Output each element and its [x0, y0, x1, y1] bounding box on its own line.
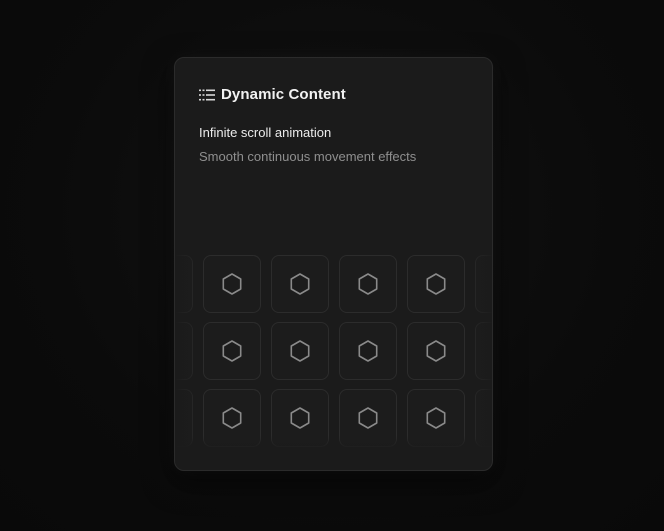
hexagon-icon	[175, 272, 176, 296]
grid-tile	[407, 389, 465, 447]
hexagon-icon	[358, 407, 378, 429]
hexagon-icon	[426, 273, 446, 295]
hexagon-icon	[175, 406, 176, 430]
grid-tile	[203, 322, 261, 380]
hexagon-icon	[175, 339, 176, 363]
hexagon-icon	[290, 273, 310, 295]
grid-tile	[271, 389, 329, 447]
grid-tile	[475, 255, 493, 313]
grid-tile	[175, 255, 193, 313]
hexagon-icon	[290, 340, 310, 362]
hexagon-icon	[222, 340, 242, 362]
grid-tile	[339, 389, 397, 447]
infinite-scroll-grid	[175, 254, 493, 450]
grid-tile	[339, 322, 397, 380]
page-background: Dynamic Content Infinite scroll animatio…	[0, 0, 664, 531]
grid-tile	[407, 322, 465, 380]
grid-tile	[175, 322, 193, 380]
hexagon-icon	[492, 339, 493, 363]
dynamic-content-card: Dynamic Content Infinite scroll animatio…	[174, 57, 493, 471]
tile-row	[175, 389, 493, 449]
hexagon-icon	[492, 272, 493, 296]
grid-tile	[175, 389, 193, 447]
hexagon-icon	[358, 273, 378, 295]
list-icon	[199, 89, 215, 100]
hexagon-icon	[426, 407, 446, 429]
card-title: Dynamic Content	[221, 86, 346, 103]
grid-tile	[271, 255, 329, 313]
grid-tile	[203, 389, 261, 447]
grid-tile	[475, 322, 493, 380]
grid-tile	[407, 255, 465, 313]
card-header: Dynamic Content	[199, 86, 346, 103]
hexagon-icon	[358, 340, 378, 362]
hexagon-icon	[426, 340, 446, 362]
tile-row	[175, 322, 493, 382]
hexagon-icon	[492, 406, 493, 430]
hexagon-icon	[222, 273, 242, 295]
card-description: Smooth continuous movement effects	[199, 149, 417, 164]
tile-row	[175, 255, 493, 315]
hexagon-icon	[290, 407, 310, 429]
grid-tile	[475, 389, 493, 447]
grid-tile	[271, 322, 329, 380]
card-heading: Infinite scroll animation	[199, 125, 332, 140]
grid-tile	[339, 255, 397, 313]
hexagon-icon	[222, 407, 242, 429]
grid-tile	[203, 255, 261, 313]
